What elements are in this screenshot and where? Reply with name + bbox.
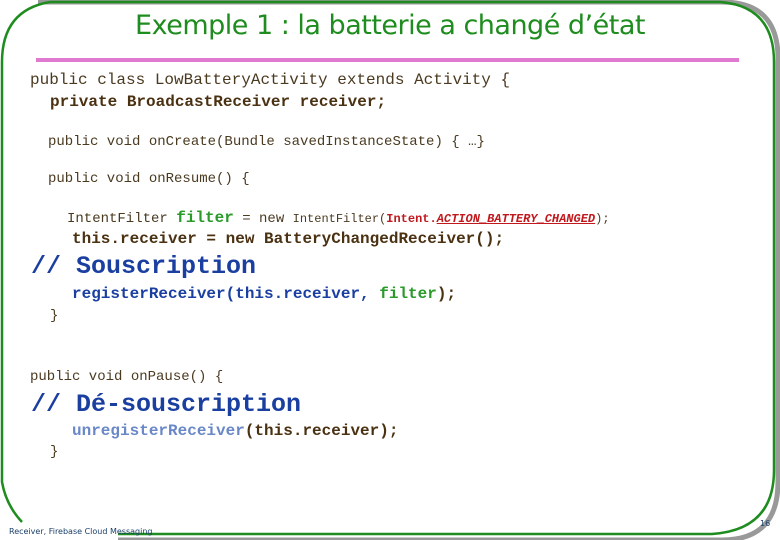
code-line-field: private BroadcastReceiver receiver; bbox=[50, 93, 387, 111]
variable-filter: filter bbox=[176, 209, 234, 227]
intent-class: Intent. bbox=[386, 212, 437, 226]
register-call: registerReceiver(this.receiver, bbox=[72, 285, 380, 303]
code-line-class: public class LowBatteryActivity extends … bbox=[30, 71, 511, 89]
code-fragment: = new bbox=[233, 211, 293, 227]
action-constant: ACTION_BATTERY_CHANGED bbox=[436, 212, 596, 226]
code-line-onpause: public void onPause() { bbox=[30, 369, 224, 385]
closing-brace: } bbox=[50, 308, 59, 324]
code-line-unregister: unregisterReceiver(this.receiver); bbox=[72, 422, 398, 440]
code-line-register: registerReceiver(this.receiver, filter); bbox=[72, 285, 456, 303]
code-fragment: ); bbox=[595, 212, 610, 226]
variable-filter: filter bbox=[379, 285, 437, 303]
comment-souscription: // Souscription bbox=[31, 252, 257, 281]
constructor-name: IntentFilter( bbox=[292, 212, 387, 226]
unregister-call: unregisterReceiver bbox=[72, 422, 245, 440]
footer-text: Receiver, Firebase Cloud Messaging bbox=[9, 527, 153, 536]
code-line-oncreate: public void onCreate(Bundle savedInstanc… bbox=[48, 134, 485, 150]
code-fragment: (this.receiver); bbox=[244, 422, 399, 440]
slide-title: Exemple 1 : la batterie a changé d’état bbox=[135, 10, 645, 41]
code-fragment: ); bbox=[436, 285, 457, 303]
page-number: 16 bbox=[760, 519, 771, 528]
code-line-intentfilter: IntentFilter filter = new IntentFilter(I… bbox=[67, 209, 610, 227]
comment-desouscription: // Dé-souscription bbox=[31, 390, 302, 419]
title-underline bbox=[36, 58, 739, 62]
code-line-new-receiver: this.receiver = new BatteryChangedReceiv… bbox=[72, 230, 505, 248]
type-name: IntentFilter bbox=[67, 211, 177, 227]
closing-brace: } bbox=[50, 444, 59, 460]
code-line-onresume: public void onResume() { bbox=[48, 171, 250, 187]
